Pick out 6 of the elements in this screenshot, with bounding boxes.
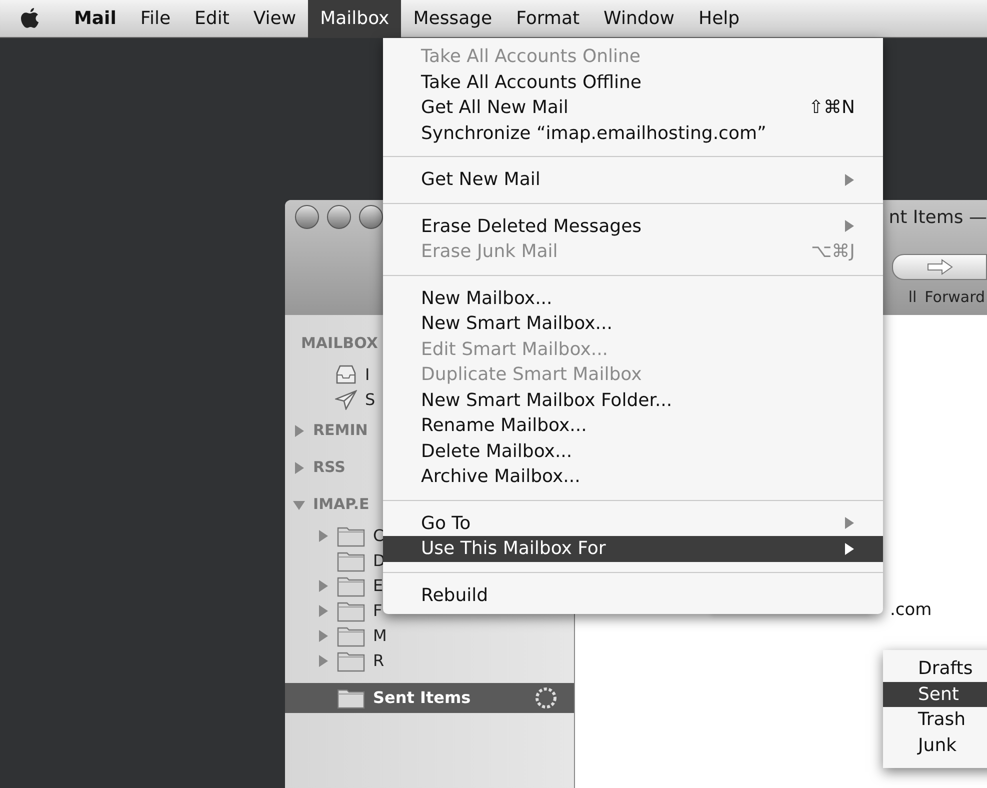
toolbar-label: ll: [908, 287, 917, 308]
keyboard-shortcut: ⇧⌘N: [808, 96, 855, 120]
window-title: nt Items —: [888, 206, 987, 230]
message-sender-text: .com: [890, 599, 932, 622]
toolbar-label: Forward: [924, 287, 985, 308]
keyboard-shortcut: ⌥⌘J: [810, 240, 855, 264]
